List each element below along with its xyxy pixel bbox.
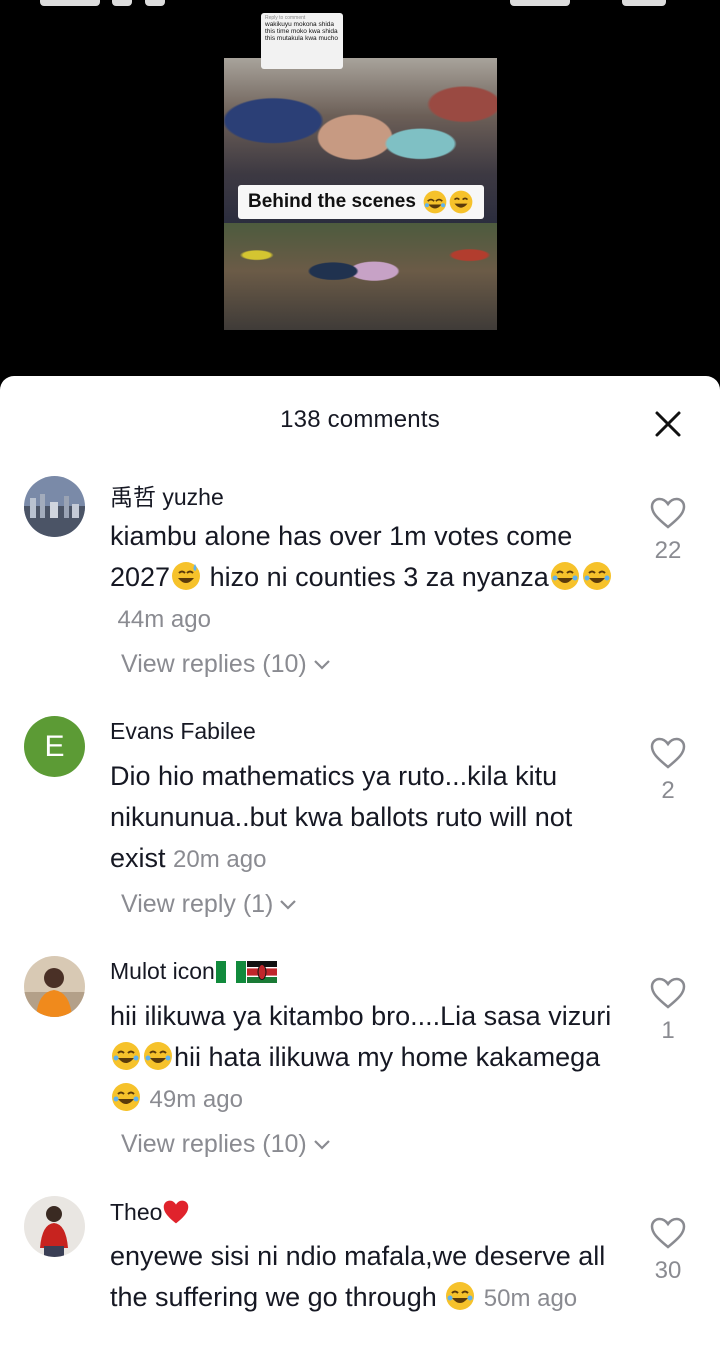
notification-icon bbox=[145, 0, 165, 6]
comment-username[interactable]: Theo bbox=[110, 1198, 190, 1226]
reply-sticker: Reply to comment wakikuyu mokona shida t… bbox=[261, 13, 343, 69]
chevron-down-icon bbox=[313, 1139, 330, 1150]
comment-username[interactable]: 禹哲 yuzhe bbox=[110, 478, 224, 512]
rofl-emoji-icon bbox=[423, 190, 447, 214]
view-replies-label: View replies (10) bbox=[121, 650, 307, 678]
like-button[interactable]: 22 bbox=[648, 496, 688, 565]
comment-timestamp: 20m ago bbox=[173, 846, 267, 873]
avatar-cityscape-image bbox=[24, 476, 85, 537]
video-frame-bottom bbox=[224, 223, 497, 330]
comment-username-text: Theo bbox=[110, 1199, 163, 1225]
like-button[interactable]: 2 bbox=[648, 736, 688, 805]
heart-icon bbox=[650, 497, 686, 529]
red-heart-icon bbox=[164, 1200, 189, 1224]
view-replies-label: View replies (10) bbox=[121, 1130, 307, 1158]
comment-username[interactable]: Mulot icon bbox=[110, 958, 277, 985]
view-replies-button[interactable]: View reply (1) bbox=[121, 890, 299, 919]
like-button[interactable]: 1 bbox=[648, 976, 688, 1045]
like-count: 22 bbox=[654, 537, 682, 564]
status-bar bbox=[0, 0, 720, 10]
comment-text: kiambu alone has over 1m votes come 2027… bbox=[110, 516, 630, 640]
comment-text: enyewe sisi ni ndio mafala,we deserve al… bbox=[110, 1236, 630, 1319]
comment-timestamp: 49m ago bbox=[149, 1086, 243, 1113]
nigeria-flag-icon bbox=[215, 961, 246, 983]
comment-username[interactable]: Evans Fabilee bbox=[110, 718, 256, 745]
video-preview[interactable]: Behind the scenes bbox=[224, 58, 497, 330]
notification-icon bbox=[112, 0, 132, 6]
like-button[interactable]: 30 bbox=[648, 1216, 688, 1285]
comments-count-title: 138 comments bbox=[280, 406, 440, 433]
avatar-person-image bbox=[24, 1196, 85, 1257]
video-caption: Behind the scenes bbox=[238, 185, 484, 219]
heart-icon bbox=[650, 737, 686, 769]
view-replies-label: View reply (1) bbox=[121, 890, 274, 918]
view-replies-button[interactable]: View replies (10) bbox=[121, 1130, 333, 1159]
avatar[interactable] bbox=[24, 476, 85, 537]
reply-sticker-text: wakikuyu mokona shida this time moko kwa… bbox=[265, 21, 338, 42]
comment-text-part: hii hata ilikuwa my home kakamega bbox=[174, 1042, 601, 1072]
laughing-emoji-icon bbox=[446, 1282, 475, 1310]
laughing-emoji-icon bbox=[112, 1042, 140, 1070]
kenya-flag-icon bbox=[246, 961, 277, 983]
laughing-emoji-icon bbox=[582, 562, 611, 590]
like-count: 1 bbox=[661, 1017, 675, 1044]
avatar[interactable] bbox=[24, 956, 85, 1017]
avatar-person-image bbox=[24, 956, 85, 1017]
view-replies-button[interactable]: View replies (10) bbox=[121, 650, 333, 679]
battery-icon bbox=[622, 0, 666, 6]
close-icon bbox=[655, 411, 681, 437]
comment-text-part: hizo ni counties 3 za nyanza bbox=[202, 562, 549, 592]
comment-text-part: hii ilikuwa ya kitambo bro....Lia sasa v… bbox=[110, 1001, 612, 1031]
chevron-down-icon bbox=[280, 899, 297, 910]
video-caption-text: Behind the scenes bbox=[248, 191, 416, 212]
like-count: 2 bbox=[661, 777, 675, 804]
comment-timestamp: 50m ago bbox=[483, 1285, 578, 1312]
heart-icon bbox=[650, 1217, 686, 1249]
signal-icon bbox=[510, 0, 570, 6]
like-count: 30 bbox=[654, 1257, 682, 1284]
avatar[interactable]: E bbox=[24, 716, 85, 777]
grinning-sweat-emoji-icon bbox=[172, 562, 201, 590]
avatar-letter: E bbox=[24, 716, 85, 777]
comment-text: Dio hio mathematics ya ruto...kila kitu … bbox=[110, 756, 630, 880]
chevron-down-icon bbox=[313, 659, 330, 670]
status-clock-fragment bbox=[40, 0, 100, 6]
laughing-emoji-icon bbox=[144, 1042, 172, 1070]
comment-timestamp: 44m ago bbox=[117, 606, 211, 633]
laughing-emoji-icon bbox=[449, 190, 473, 214]
laughing-emoji-icon bbox=[550, 562, 579, 590]
close-button[interactable] bbox=[650, 406, 686, 442]
avatar[interactable] bbox=[24, 1196, 85, 1257]
laughing-emoji-icon bbox=[112, 1083, 140, 1111]
comment-username-text: Mulot icon bbox=[110, 958, 215, 984]
heart-icon bbox=[650, 977, 686, 1009]
comment-text: hii ilikuwa ya kitambo bro....Lia sasa v… bbox=[110, 996, 630, 1120]
comments-sheet: 138 comments 禹哲 yuzhe kiambu alone has o… bbox=[0, 376, 720, 1362]
